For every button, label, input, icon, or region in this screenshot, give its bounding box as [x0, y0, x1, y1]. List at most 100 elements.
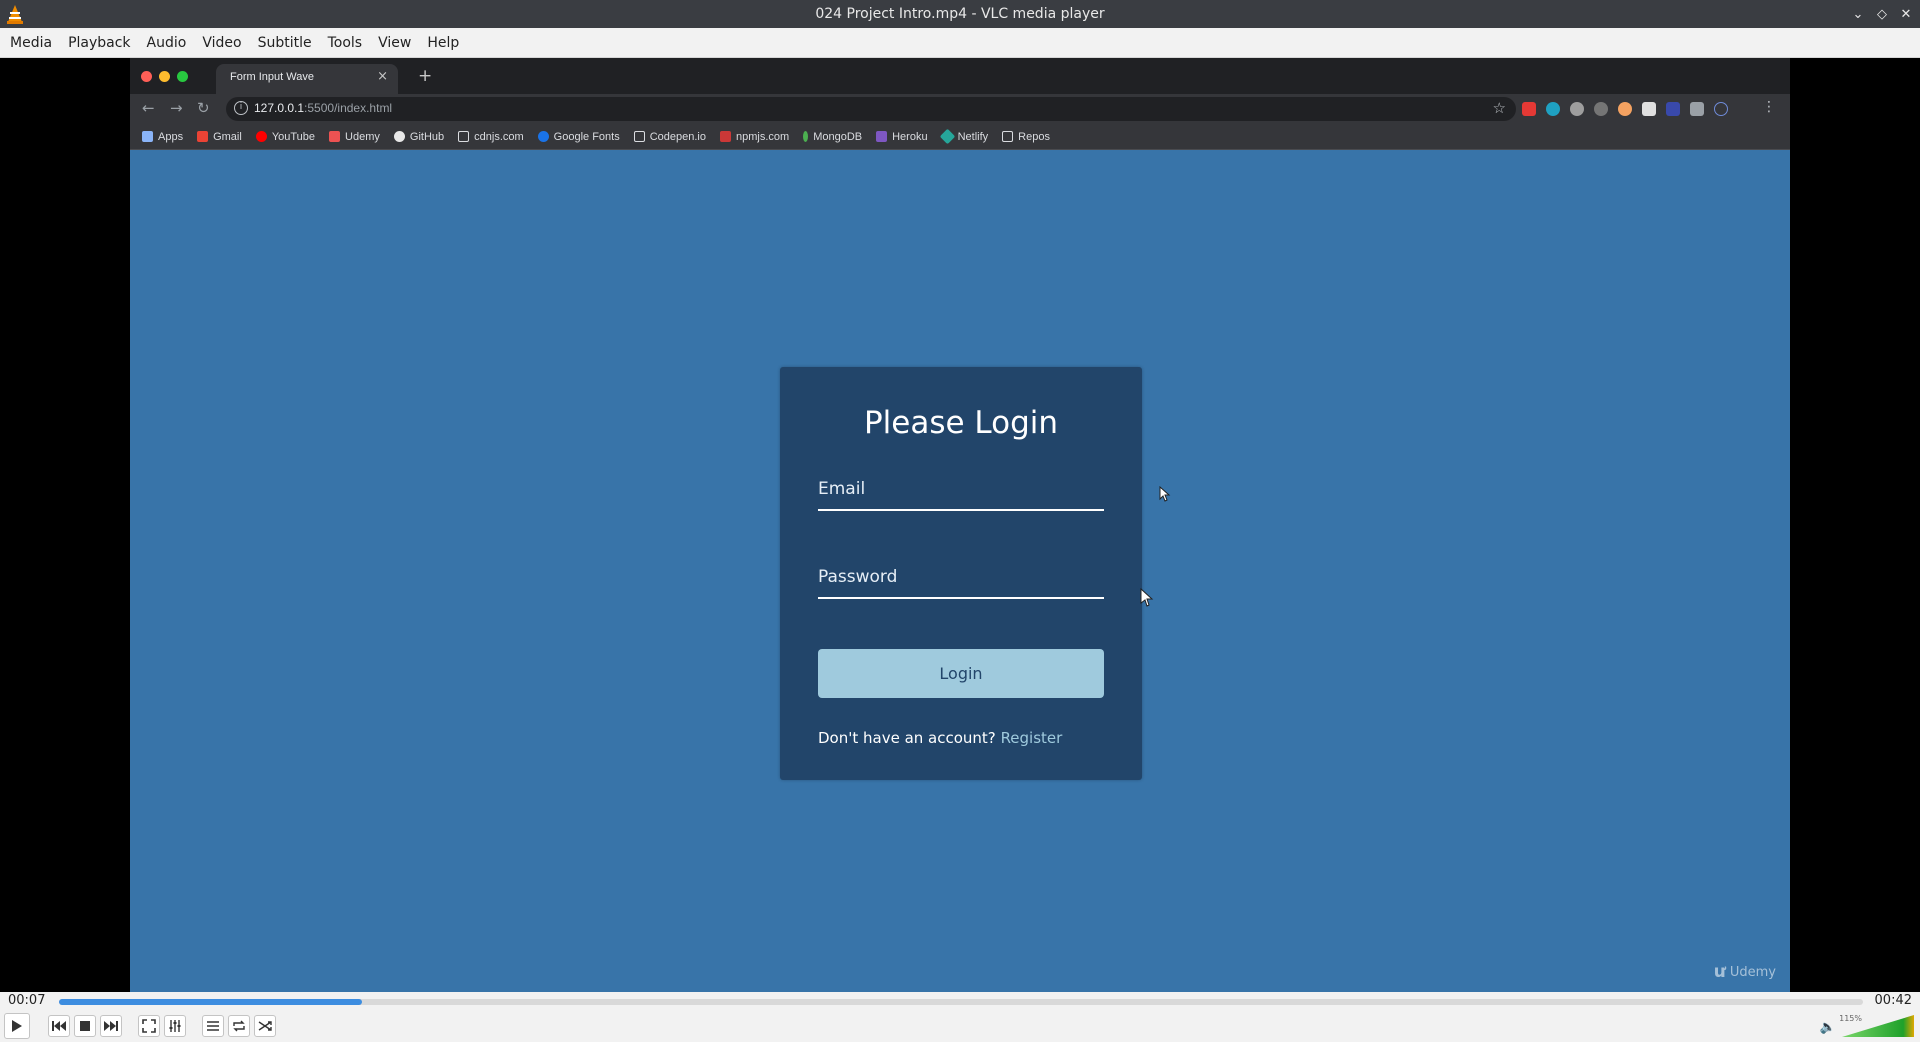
- bookmark-label: cdnjs.com: [474, 130, 524, 143]
- bookmark-label: MongoDB: [813, 130, 863, 143]
- bookmark-codepen: Codepen.io: [633, 130, 706, 143]
- extended-settings-icon: [169, 1020, 181, 1032]
- address-url: 127.0.0.1:5500/index.html: [254, 101, 392, 115]
- youtube-icon: [255, 131, 267, 142]
- extension-icon: [1594, 102, 1608, 116]
- volume-icon[interactable]: 🔈: [1820, 1020, 1836, 1035]
- bookmark-gmail: Gmail: [197, 131, 242, 143]
- bookmark-label: Apps: [158, 130, 184, 143]
- bookmark-label: npmjs.com: [736, 130, 790, 143]
- bookmark-label: Gmail: [213, 130, 242, 143]
- login-card: Please Login Email Password Login Don't …: [780, 367, 1142, 780]
- menu-media[interactable]: Media: [2, 28, 60, 58]
- menu-help[interactable]: Help: [419, 28, 467, 58]
- bookmark-label: Udemy: [345, 130, 380, 143]
- total-time: 00:42: [1874, 993, 1912, 1008]
- bookmark-udemy: Udemy: [329, 131, 380, 143]
- extension-icons: [1522, 102, 1728, 116]
- url-host: 127.0.0.1: [254, 101, 305, 115]
- register-link: Register: [1000, 729, 1063, 747]
- previous-button[interactable]: [48, 1015, 70, 1037]
- menu-bar: Media Playback Audio Video Subtitle Tool…: [0, 28, 1920, 58]
- register-prompt-text: Don't have an account?: [818, 729, 996, 747]
- video-frame: Form Input Wave × + ← → ↻ i 127.0.0.1:55…: [130, 58, 1790, 992]
- menu-view[interactable]: View: [370, 28, 419, 58]
- menu-audio[interactable]: Audio: [139, 28, 195, 58]
- bookmarks-bar: Apps Gmail YouTube Udemy GitHub cdnjs.co…: [130, 124, 1790, 150]
- reload-icon: ↻: [197, 99, 210, 117]
- bookmark-cdnjs: cdnjs.com: [458, 131, 524, 143]
- extension-icon: [1546, 102, 1560, 116]
- volume-fill: [1842, 1015, 1914, 1037]
- npm-icon: [720, 131, 731, 142]
- bookmark-label: Repos: [1018, 130, 1050, 143]
- seek-row: 00:07 00:42: [0, 992, 1920, 1010]
- login-button: Login: [818, 649, 1104, 698]
- maximize-icon[interactable]: ◇: [1874, 6, 1890, 22]
- codepen-icon: [633, 131, 645, 142]
- volume-slider[interactable]: [1842, 1015, 1914, 1037]
- github-icon: [393, 131, 405, 142]
- menu-video[interactable]: Video: [194, 28, 249, 58]
- bookmark-heroku: Heroku: [876, 130, 928, 143]
- bookmark-label: Google Fonts: [553, 130, 620, 143]
- extension-icon: [1666, 102, 1680, 116]
- puzzle-icon: [1690, 102, 1704, 116]
- tab-close-icon: ×: [377, 69, 388, 84]
- password-field: Password: [818, 559, 1104, 599]
- close-icon[interactable]: ✕: [1898, 6, 1914, 22]
- seek-bar[interactable]: [59, 999, 1863, 1005]
- traffic-close-icon: [141, 71, 152, 82]
- browser-toolbar: ← → ↻ i 127.0.0.1:5500/index.html ☆ ⋮: [130, 94, 1790, 124]
- extended-settings-button[interactable]: [164, 1015, 186, 1037]
- folder-icon: [1002, 131, 1014, 142]
- bookmark-npmjs: npmjs.com: [720, 131, 789, 143]
- playlist-button[interactable]: [202, 1015, 224, 1037]
- apps-grid-icon: [142, 131, 153, 142]
- info-icon: i: [234, 101, 248, 115]
- bookmark-label: Heroku: [892, 130, 928, 143]
- window-title: 024 Project Intro.mp4 - VLC media player: [815, 6, 1105, 22]
- browser-menu-icon: ⋮: [1762, 99, 1776, 115]
- browser-tab: Form Input Wave ×: [216, 64, 398, 94]
- play-button[interactable]: [4, 1013, 30, 1039]
- video-area[interactable]: Form Input Wave × + ← → ↻ i 127.0.0.1:55…: [0, 58, 1920, 992]
- traffic-zoom-icon: [177, 71, 188, 82]
- loop-button[interactable]: [228, 1015, 250, 1037]
- udemy-watermark-label: Udemy: [1729, 964, 1776, 980]
- bookmark-label: Netlify: [957, 130, 989, 143]
- stop-icon: [80, 1021, 90, 1031]
- next-icon: [104, 1021, 118, 1031]
- bookmark-label: Codepen.io: [649, 130, 706, 143]
- extension-icon: [1642, 102, 1656, 116]
- playlist-icon: [207, 1021, 219, 1031]
- minimize-icon[interactable]: ⌄: [1850, 6, 1866, 22]
- elapsed-time: 00:07: [8, 993, 46, 1008]
- bookmark-google-fonts: Google Fonts: [537, 130, 620, 143]
- fullscreen-icon: [142, 1019, 156, 1033]
- google-fonts-icon: [537, 131, 549, 142]
- heroku-icon: [876, 131, 888, 142]
- menu-subtitle[interactable]: Subtitle: [250, 28, 320, 58]
- back-icon: ←: [142, 99, 155, 117]
- next-button[interactable]: [100, 1015, 122, 1037]
- volume-wedge: [1842, 1015, 1914, 1037]
- shuffle-icon: [258, 1021, 272, 1031]
- bookmark-youtube: YouTube: [255, 131, 315, 143]
- address-bar: i 127.0.0.1:5500/index.html ☆: [226, 97, 1516, 121]
- shuffle-button[interactable]: [254, 1015, 276, 1037]
- fullscreen-button[interactable]: [138, 1015, 160, 1037]
- window-titlebar: 024 Project Intro.mp4 - VLC media player…: [0, 0, 1920, 28]
- loop-icon: [233, 1020, 245, 1032]
- bookmark-star-icon: ☆: [1492, 99, 1506, 117]
- stop-button[interactable]: [74, 1015, 96, 1037]
- traffic-minimize-icon: [159, 71, 170, 82]
- menu-playback[interactable]: Playback: [60, 28, 138, 58]
- udemy-logo-icon: ư: [1713, 962, 1726, 982]
- gmail-icon: [197, 131, 209, 142]
- bookmark-mongodb: MongoDB: [803, 131, 862, 143]
- url-path: :5500/index.html: [304, 101, 393, 115]
- menu-tools[interactable]: Tools: [320, 28, 371, 58]
- profile-icon: [1714, 102, 1728, 116]
- extension-icon: [1618, 102, 1632, 116]
